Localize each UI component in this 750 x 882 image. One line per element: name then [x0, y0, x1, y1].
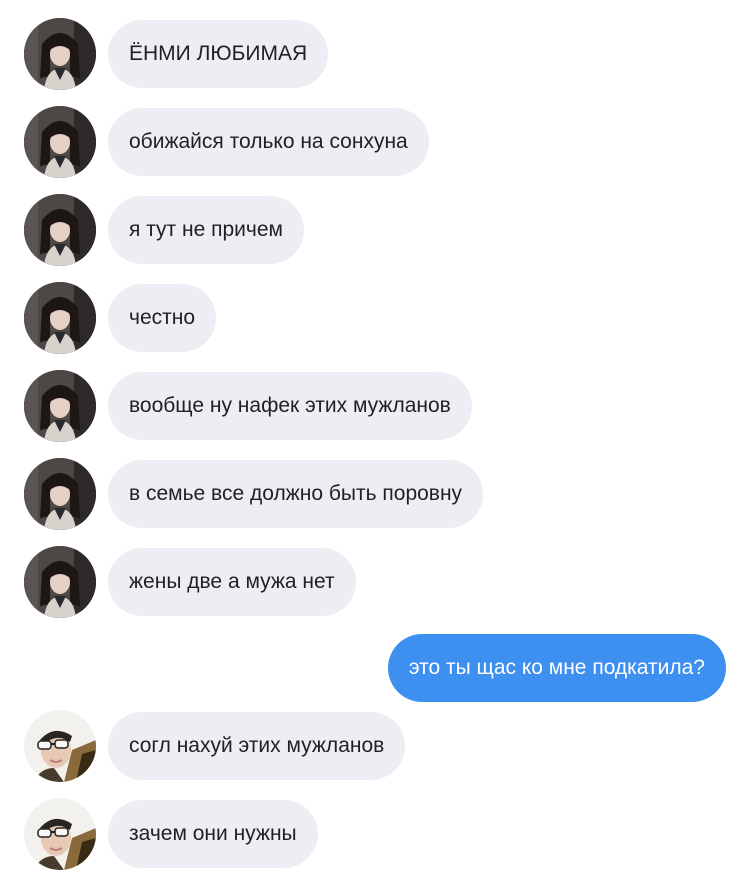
message-bubble[interactable]: я тут не причем [108, 196, 304, 264]
message-bubble[interactable]: в семье все должно быть поровну [108, 460, 484, 528]
message-bubble[interactable]: зачем они нужны [108, 800, 318, 868]
message-bubble[interactable]: обижайся только на сонхуна [108, 108, 429, 176]
avatar-girl-dark-hair-icon[interactable] [24, 370, 96, 442]
avatar-guy-sunglasses-icon[interactable] [24, 710, 96, 782]
avatar-girl-dark-hair-icon[interactable] [24, 282, 96, 354]
message-row: вообще ну нафек этих мужланов [0, 370, 750, 440]
avatar-girl-dark-hair-icon[interactable] [24, 458, 96, 530]
message-bubble[interactable]: честно [108, 284, 217, 352]
message-bubble[interactable]: жены две а мужа нет [108, 548, 356, 616]
message-bubble[interactable]: ЁНМИ ЛЮБИМАЯ [108, 20, 329, 88]
message-row: согл нахуй этих мужланов [0, 710, 750, 780]
chat-thread: ЁНМИ ЛЮБИМАЯ обижайся только на сонхуна … [0, 0, 750, 882]
message-bubble-outgoing[interactable]: это ты щас ко мне подкатила? [387, 634, 726, 702]
avatar-girl-dark-hair-icon[interactable] [24, 546, 96, 618]
message-row: жены две а мужа нет [0, 546, 750, 616]
message-bubble[interactable]: согл нахуй этих мужланов [108, 712, 406, 780]
message-row: я тут не причем [0, 194, 750, 264]
avatar-girl-dark-hair-icon[interactable] [24, 106, 96, 178]
message-bubble[interactable]: вообще ну нафек этих мужланов [108, 372, 472, 440]
avatar-guy-sunglasses-icon[interactable] [24, 798, 96, 870]
message-row-outgoing: это ты щас ко мне подкатила? [0, 632, 750, 702]
message-row: в семье все должно быть поровну [0, 458, 750, 528]
message-row: честно [0, 282, 750, 352]
message-row: ЁНМИ ЛЮБИМАЯ [0, 18, 750, 88]
message-row: зачем они нужны [0, 798, 750, 868]
avatar-girl-dark-hair-icon[interactable] [24, 18, 96, 90]
message-row: обижайся только на сонхуна [0, 106, 750, 176]
avatar-girl-dark-hair-icon[interactable] [24, 194, 96, 266]
